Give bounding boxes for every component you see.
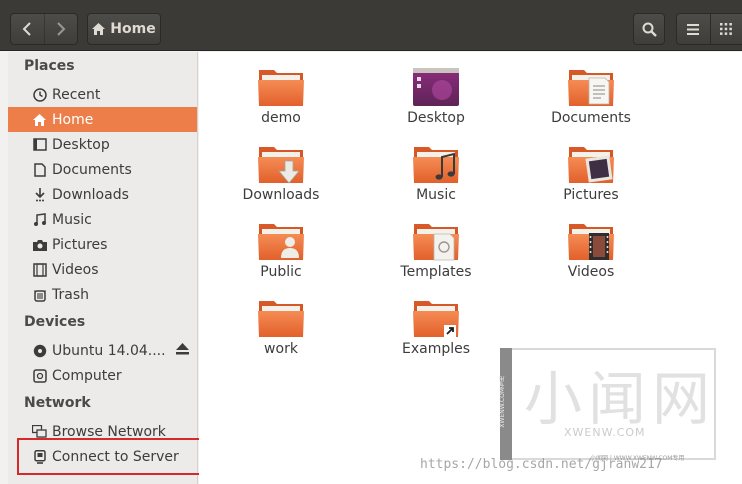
list-view-button[interactable] (677, 14, 710, 44)
search-icon (642, 22, 657, 37)
downloads-icon (32, 187, 47, 202)
desktop-folder-icon (413, 68, 459, 106)
public-folder-icon (258, 224, 304, 260)
watermark-domain: XWENW.COM (564, 426, 646, 439)
file-item-label: Pictures (563, 187, 619, 203)
view-button-group (676, 13, 742, 45)
music-folder-icon (413, 147, 459, 183)
sidebar-item-documents[interactable]: Documents (8, 157, 197, 182)
file-item-templates[interactable]: Templates (381, 220, 491, 280)
documents-icon (32, 162, 47, 177)
file-item-label: Templates (400, 264, 472, 280)
sidebar-item-desktop[interactable]: Desktop (8, 132, 197, 157)
home-icon (32, 112, 47, 127)
search-button[interactable] (633, 13, 665, 45)
file-item-videos[interactable]: Videos (536, 220, 646, 280)
go-back-icon (23, 22, 32, 36)
file-item-pictures[interactable]: Pictures (536, 143, 646, 203)
sidebar-item-ubuntu-disc[interactable]: Ubuntu 14.04.... (8, 338, 197, 363)
path-bar-home-button[interactable]: Home (87, 13, 161, 45)
sidebar-item-label: Downloads (52, 186, 129, 203)
file-item-label: Downloads (242, 187, 320, 203)
examples-link-folder-icon (413, 301, 459, 337)
sidebar-item-label: Trash (52, 286, 89, 303)
sidebar-item-label: Home (52, 111, 94, 128)
navigation-button-group (10, 13, 78, 45)
back-button[interactable] (11, 14, 44, 44)
sidebar-item-computer[interactable]: Computer (8, 363, 197, 388)
file-item-label: Music (416, 187, 456, 203)
sidebar-item-label: Ubuntu 14.04.... (52, 342, 166, 359)
file-item-public[interactable]: Public (226, 220, 336, 280)
path-bar-label: Home (110, 21, 156, 37)
sidebar-item-trash[interactable]: Trash (8, 282, 197, 307)
sidebar: Places Recent Home Desktop Documents Dow… (8, 52, 202, 484)
watermark-side-text: XWENW.COM专用 (499, 376, 506, 428)
home-icon (92, 23, 106, 35)
watermark-url: https://blog.csdn.net/gjranw217 (420, 457, 663, 472)
go-forward-icon (57, 22, 66, 36)
videos-folder-icon (568, 224, 614, 260)
server-icon (32, 449, 47, 464)
recent-icon (32, 87, 47, 102)
sidebar-item-downloads[interactable]: Downloads (8, 182, 197, 207)
disc-icon (32, 343, 47, 358)
sidebar-item-connect-to-server[interactable]: Connect to Server (17, 438, 202, 475)
list-view-icon (687, 23, 700, 35)
folder-icon (258, 301, 304, 337)
sidebar-item-pictures[interactable]: Pictures (8, 232, 197, 257)
sidebar-item-label: Connect to Server (52, 448, 179, 465)
devices-heading: Devices (24, 314, 86, 330)
grid-view-button[interactable] (709, 14, 742, 44)
forward-button[interactable] (43, 14, 77, 44)
music-icon (32, 212, 47, 227)
grid-view-icon (720, 23, 733, 35)
network-heading: Network (24, 395, 91, 411)
trash-icon (32, 287, 47, 302)
file-item-label: Examples (401, 341, 471, 357)
watermark-logo: 小闻网 (524, 365, 717, 433)
sidebar-item-recent[interactable]: Recent (8, 82, 197, 107)
header-bar: Home (0, 0, 742, 51)
pictures-folder-icon (568, 147, 614, 183)
file-item-label: Public (260, 264, 302, 280)
file-item-examples[interactable]: Examples (381, 297, 491, 357)
file-item-downloads[interactable]: Downloads (226, 143, 336, 203)
videos-icon (32, 262, 47, 277)
network-icon (32, 424, 47, 439)
folder-icon (258, 70, 304, 106)
pictures-icon (32, 237, 47, 252)
file-item-label: Videos (567, 264, 615, 280)
sidebar-item-label: Music (52, 211, 92, 228)
sidebar-item-label: Videos (52, 261, 99, 278)
file-item-demo[interactable]: demo (226, 66, 336, 126)
file-item-documents[interactable]: Documents (536, 66, 646, 126)
sidebar-item-label: Documents (52, 161, 132, 178)
templates-folder-icon (413, 224, 459, 261)
file-item-music[interactable]: Music (381, 143, 491, 203)
eject-icon[interactable] (176, 343, 189, 359)
file-item-desktop[interactable]: Desktop (381, 66, 491, 126)
file-item-label: Desktop (407, 110, 465, 126)
sidebar-item-music[interactable]: Music (8, 207, 197, 232)
sidebar-item-label: Computer (52, 367, 122, 384)
file-item-label: work (264, 341, 298, 357)
places-heading: Places (24, 58, 75, 74)
file-item-label: demo (261, 110, 301, 126)
documents-folder-icon (568, 70, 614, 106)
downloads-folder-icon (258, 147, 304, 184)
computer-icon (32, 368, 47, 383)
sidebar-item-label: Pictures (52, 236, 108, 253)
desktop-icon (32, 137, 47, 152)
file-item-work[interactable]: work (226, 297, 336, 357)
sidebar-item-label: Desktop (52, 136, 110, 153)
sidebar-item-label: Recent (52, 86, 101, 103)
file-item-label: Documents (551, 110, 631, 126)
sidebar-item-home[interactable]: Home (8, 107, 197, 132)
sidebar-item-label: Browse Network (52, 423, 166, 440)
sidebar-item-videos[interactable]: Videos (8, 257, 197, 282)
